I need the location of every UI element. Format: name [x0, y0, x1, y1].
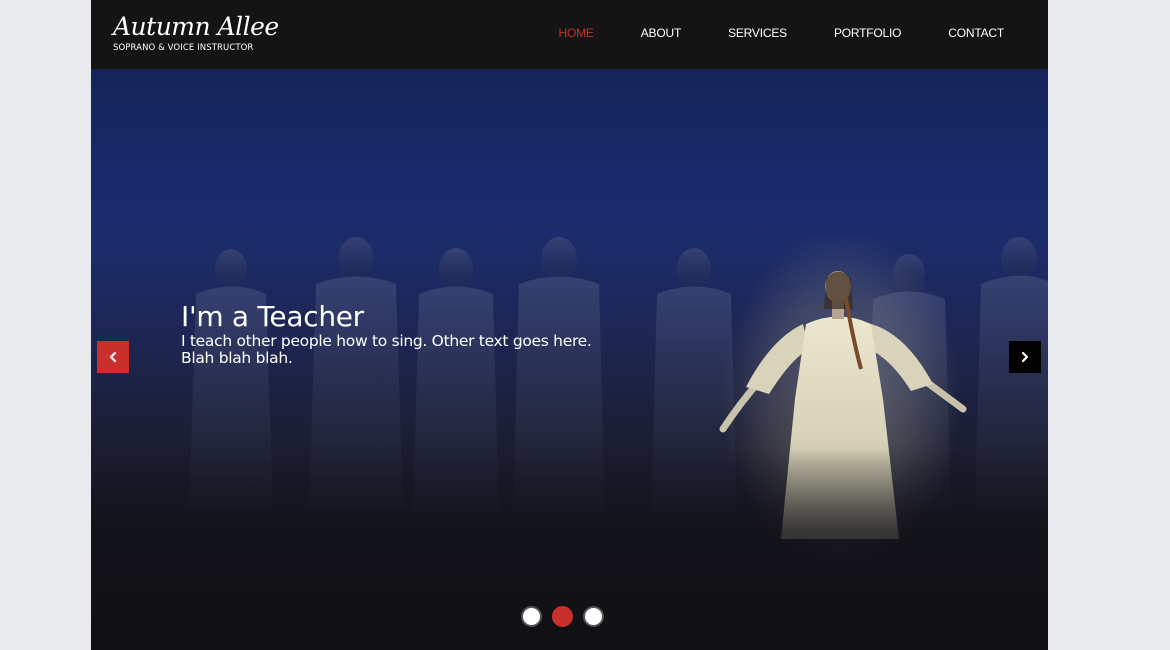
nav-item-contact[interactable]: CONTACT — [948, 26, 1004, 40]
slide-title: I'm a Teacher — [181, 300, 364, 333]
nav-item-home[interactable]: HOME — [559, 26, 594, 40]
carousel-dot-2[interactable] — [552, 606, 573, 627]
nav-item-services[interactable]: SERVICES — [728, 26, 787, 40]
slide-caption: I'm a Teacher I teach other people how t… — [181, 300, 601, 367]
site-header: Autumn Allee SOPRANO & VOICE INSTRUCTOR … — [91, 0, 1048, 69]
slide-description: I teach other people how to sing. Other … — [181, 332, 592, 367]
carousel-indicators — [521, 606, 604, 627]
logo-subtitle: SOPRANO & VOICE INSTRUCTOR — [113, 43, 254, 53]
nav-item-portfolio[interactable]: PORTFOLIO — [834, 26, 902, 40]
logo-script-text: Autumn Allee — [113, 12, 279, 41]
chevron-left-icon — [109, 351, 117, 363]
carousel-dot-3[interactable] — [583, 606, 604, 627]
main-nav: HOME ABOUT SERVICES PORTFOLIO CONTACT — [559, 26, 1005, 40]
page-container: Autumn Allee SOPRANO & VOICE INSTRUCTOR … — [91, 0, 1048, 650]
logo[interactable]: Autumn Allee SOPRANO & VOICE INSTRUCTOR — [113, 12, 279, 60]
carousel-dot-1[interactable] — [521, 606, 542, 627]
hero-carousel: I'm a Teacher I teach other people how t… — [91, 69, 1048, 650]
chevron-right-icon — [1021, 351, 1029, 363]
carousel-next-button[interactable] — [1009, 341, 1041, 373]
nav-item-about[interactable]: ABOUT — [641, 26, 682, 40]
carousel-prev-button[interactable] — [97, 341, 129, 373]
